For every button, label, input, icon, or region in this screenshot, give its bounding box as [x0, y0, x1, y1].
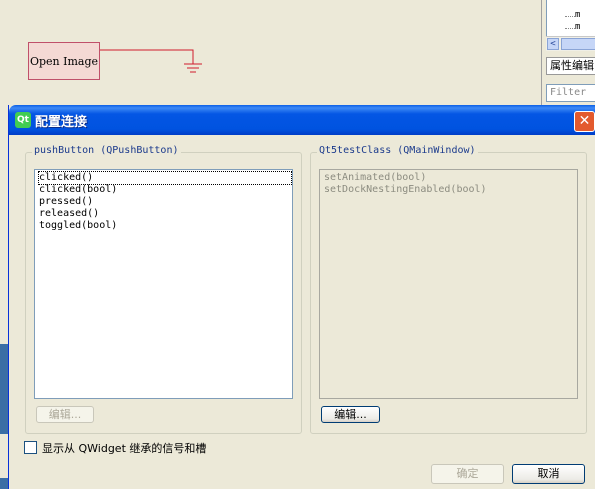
scroll-left-arrow-icon[interactable]: < — [547, 38, 559, 50]
list-item[interactable]: toggled(bool) — [39, 220, 117, 232]
dialog-title: 配置连接 — [35, 115, 88, 130]
horizontal-scrollbar[interactable]: < — [546, 36, 595, 51]
edit-signals-button[interactable]: 编辑... — [36, 406, 94, 423]
background-window-edge — [0, 478, 8, 489]
dialog-titlebar[interactable]: Qt 配置连接 ✕ — [9, 105, 595, 135]
list-item[interactable]: setDockNestingEnabled(bool) — [324, 184, 487, 196]
close-button[interactable]: ✕ — [574, 111, 595, 132]
list-item[interactable]: released() — [39, 208, 99, 220]
list-item[interactable]: clicked(bool) — [39, 184, 117, 196]
ok-button[interactable]: 确定 — [431, 464, 504, 484]
signals-group-title: pushButton (QPushButton) — [32, 145, 181, 156]
signals-list[interactable]: clicked() clicked(bool) pressed() releas… — [34, 169, 293, 399]
scroll-thumb[interactable] — [561, 38, 595, 50]
tree-item[interactable]: m — [575, 22, 580, 32]
slots-group-title: Qt5testClass (QMainWindow) — [317, 145, 478, 156]
property-editor-title: 属性编辑 — [546, 57, 595, 75]
edit-slots-button[interactable]: 编辑... — [321, 406, 380, 423]
tree-item[interactable]: m — [575, 10, 580, 20]
list-item[interactable]: pressed() — [39, 196, 93, 208]
list-item[interactable]: clicked() — [38, 171, 292, 185]
configure-connection-dialog: Qt 配置连接 ✕ pushButton (QPushButton) click… — [8, 105, 595, 489]
show-inherited-label[interactable]: 显示从 QWidget 继承的信号和槽 — [42, 440, 206, 456]
background-window-edge — [0, 344, 8, 434]
list-item[interactable]: setAnimated(bool) — [324, 172, 426, 184]
filter-input[interactable]: Filter — [546, 84, 595, 102]
cancel-button[interactable]: 取消 — [512, 464, 585, 484]
slots-group: Qt5testClass (QMainWindow) setAnimated(b… — [310, 145, 587, 434]
show-inherited-checkbox[interactable] — [24, 441, 37, 454]
qt-logo-icon: Qt — [15, 112, 31, 128]
signals-group: pushButton (QPushButton) clicked() click… — [25, 145, 302, 434]
slots-list[interactable]: setAnimated(bool) setDockNestingEnabled(… — [319, 169, 578, 399]
connection-line — [100, 49, 202, 73]
